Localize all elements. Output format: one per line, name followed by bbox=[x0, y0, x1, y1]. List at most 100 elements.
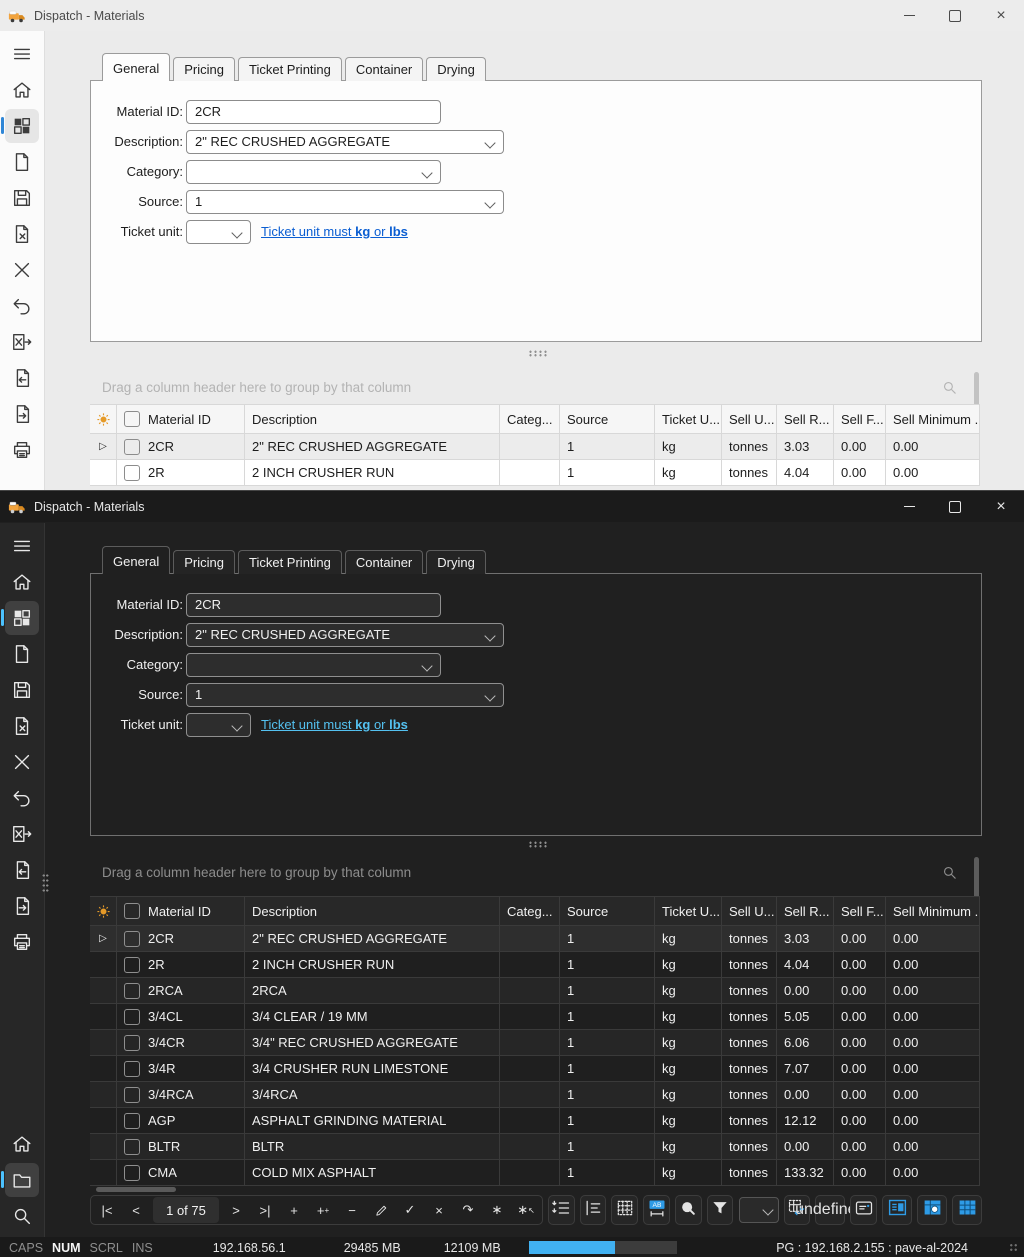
column-header[interactable]: Sell R... bbox=[777, 405, 834, 433]
post-edit-button[interactable]: ✓ bbox=[396, 1198, 424, 1222]
column-header[interactable]: Description bbox=[245, 897, 500, 925]
source-combo[interactable]: 1 bbox=[186, 683, 504, 707]
close-icon[interactable]: × bbox=[978, 491, 1024, 522]
grid-lines-button[interactable] bbox=[611, 1195, 638, 1225]
last-record-button[interactable]: >| bbox=[251, 1198, 279, 1222]
column-header[interactable]: Source bbox=[560, 897, 655, 925]
splitter-handle[interactable] bbox=[528, 841, 548, 848]
grid-corner-sun-icon[interactable] bbox=[90, 897, 117, 925]
splitter-handle[interactable] bbox=[528, 350, 548, 357]
collapse-all-button[interactable] bbox=[580, 1195, 607, 1225]
sidebar-item-search[interactable] bbox=[0, 1198, 45, 1234]
select-all-checkbox[interactable] bbox=[124, 411, 140, 427]
row-checkbox[interactable] bbox=[124, 439, 140, 455]
row-checkbox[interactable] bbox=[124, 1113, 140, 1129]
ticket-unit-warning-link[interactable]: Ticket unit must kg or lbs bbox=[261, 224, 408, 239]
grid-corner-sun-icon[interactable] bbox=[90, 405, 117, 433]
edit-record-button[interactable] bbox=[367, 1198, 395, 1222]
tab-ticket-printing[interactable]: Ticket Printing bbox=[238, 550, 342, 574]
sidebar-item-undo[interactable] bbox=[0, 780, 45, 816]
refresh-records-button[interactable]: ↷ bbox=[454, 1198, 482, 1222]
column-header[interactable]: Sell U... bbox=[722, 897, 777, 925]
filter-button[interactable] bbox=[707, 1195, 734, 1225]
row-checkbox[interactable] bbox=[124, 931, 140, 947]
sidebar-item-close[interactable] bbox=[0, 744, 45, 780]
sidebar-item-save[interactable] bbox=[0, 672, 45, 708]
table-row[interactable]: CMACOLD MIX ASPHALT1kgtonnes133.320.000.… bbox=[90, 1160, 980, 1186]
grid-search-icon[interactable] bbox=[941, 379, 958, 396]
table-row[interactable]: 3/4R3/4 CRUSHER RUN LIMESTONE1kgtonnes7.… bbox=[90, 1056, 980, 1082]
material-id-field[interactable] bbox=[186, 593, 441, 617]
ticket-unit-combo[interactable] bbox=[186, 713, 251, 737]
sidebar-item-menu[interactable] bbox=[0, 528, 45, 564]
maximize-icon[interactable] bbox=[932, 0, 978, 31]
row-checkbox[interactable] bbox=[124, 1139, 140, 1155]
form-view-button[interactable] bbox=[882, 1195, 912, 1225]
grid-horizontal-scrollbar[interactable] bbox=[96, 1187, 176, 1192]
next-record-button[interactable]: > bbox=[222, 1198, 250, 1222]
column-header[interactable]: Sell U... bbox=[722, 405, 777, 433]
tab-pricing[interactable]: Pricing bbox=[173, 57, 235, 81]
sidebar-item-print[interactable] bbox=[0, 924, 45, 960]
close-icon[interactable]: × bbox=[978, 0, 1024, 31]
sidebar-item-excel-export[interactable] bbox=[0, 324, 45, 360]
sidebar-item-tiles[interactable] bbox=[0, 600, 45, 636]
sidebar-item-print[interactable] bbox=[0, 432, 45, 468]
tab-drying[interactable]: Drying bbox=[426, 550, 486, 574]
category-combo[interactable] bbox=[186, 160, 441, 184]
sidebar-item-excel-export[interactable] bbox=[0, 816, 45, 852]
grid-search-icon[interactable] bbox=[941, 864, 958, 881]
maximize-icon[interactable] bbox=[932, 491, 978, 522]
table-row[interactable]: 3/4RCA3/4RCA1kgtonnes0.000.000.00 bbox=[90, 1082, 980, 1108]
append-record-button[interactable]: ++ bbox=[309, 1198, 337, 1222]
group-by-panel[interactable]: Drag a column header here to group by th… bbox=[90, 859, 958, 885]
sidebar-item-home[interactable] bbox=[0, 564, 45, 600]
tab-general[interactable]: General bbox=[102, 53, 170, 81]
row-checkbox[interactable] bbox=[124, 465, 140, 481]
insert-record-button[interactable]: + bbox=[280, 1198, 308, 1222]
first-record-button[interactable]: |< bbox=[93, 1198, 121, 1222]
minimize-icon[interactable] bbox=[886, 0, 932, 31]
tab-container[interactable]: Container bbox=[345, 550, 423, 574]
column-header[interactable]: Sell Minimum .. bbox=[886, 897, 980, 925]
column-header[interactable]: Ticket U... bbox=[655, 897, 722, 925]
zoom-button[interactable] bbox=[675, 1195, 702, 1225]
group-by-panel[interactable]: Drag a column header here to group by th… bbox=[90, 374, 958, 400]
resize-grip-icon[interactable] bbox=[1009, 1243, 1018, 1252]
cancel-edit-button[interactable]: × bbox=[425, 1198, 453, 1222]
minimize-icon[interactable] bbox=[886, 491, 932, 522]
tab-ticket-printing[interactable]: Ticket Printing bbox=[238, 57, 342, 81]
card-view-button[interactable] bbox=[850, 1195, 877, 1225]
sidebar-item-delete-document[interactable] bbox=[0, 708, 45, 744]
table-row[interactable]: AGPASPHALT GRINDING MATERIAL1kgtonnes12.… bbox=[90, 1108, 980, 1134]
select-all-checkbox[interactable] bbox=[124, 903, 140, 919]
row-checkbox[interactable] bbox=[124, 1061, 140, 1077]
sidebar-item-new-document[interactable] bbox=[0, 636, 45, 672]
row-checkbox[interactable] bbox=[124, 1035, 140, 1051]
column-header[interactable]: Sell R... bbox=[777, 897, 834, 925]
table-row[interactable]: 3/4CL3/4 CLEAR / 19 MM1kgtonnes5.050.000… bbox=[90, 1004, 980, 1030]
tab-pricing[interactable]: Pricing bbox=[173, 550, 235, 574]
sidebar-item-import-file[interactable] bbox=[0, 360, 45, 396]
sidebar-item-undo[interactable] bbox=[0, 288, 45, 324]
column-header[interactable]: Material ID bbox=[117, 405, 245, 433]
sidebar-splitter-handle[interactable] bbox=[42, 873, 49, 893]
titlebar[interactable]: Dispatch - Materials × bbox=[0, 0, 1024, 31]
material-id-input[interactable] bbox=[187, 104, 440, 119]
table-row[interactable]: 3/4CR3/4" REC CRUSHED AGGREGATE1kgtonnes… bbox=[90, 1030, 980, 1056]
table-row[interactable]: ▷2CR2" REC CRUSHED AGGREGATE1kgtonnes3.0… bbox=[90, 926, 980, 952]
column-header[interactable]: Categ... bbox=[500, 897, 560, 925]
row-checkbox[interactable] bbox=[124, 1087, 140, 1103]
sidebar-item-export-file[interactable] bbox=[0, 396, 45, 432]
titlebar[interactable]: Dispatch - Materials × bbox=[0, 491, 1024, 522]
filter-combo[interactable] bbox=[739, 1197, 778, 1223]
print-grid-button[interactable]: undefined bbox=[815, 1195, 845, 1225]
row-checkbox[interactable] bbox=[124, 1009, 140, 1025]
preview-view-button[interactable] bbox=[917, 1195, 947, 1225]
table-row[interactable]: 2R2 INCH CRUSHER RUN1kgtonnes4.040.000.0… bbox=[90, 952, 980, 978]
expand-all-button[interactable] bbox=[548, 1195, 575, 1225]
sidebar-item-menu[interactable] bbox=[0, 36, 45, 72]
row-checkbox[interactable] bbox=[124, 1165, 140, 1181]
sidebar-item-home[interactable] bbox=[0, 1126, 45, 1162]
save-bookmark-button[interactable]: ∗ bbox=[483, 1198, 511, 1222]
